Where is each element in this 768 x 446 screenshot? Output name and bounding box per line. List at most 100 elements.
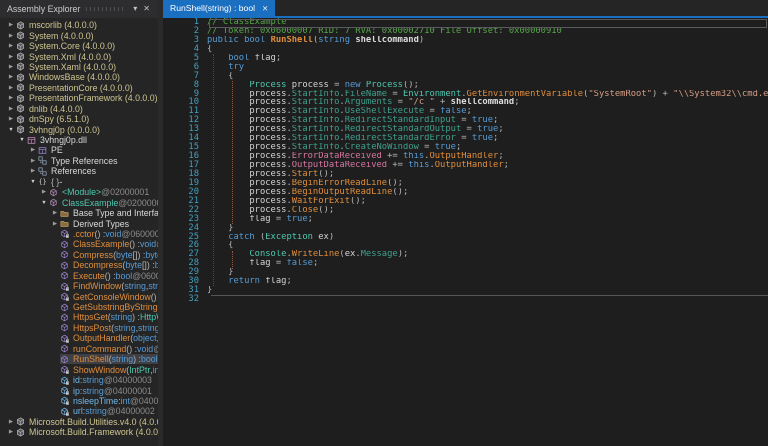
class-icon — [49, 198, 59, 207]
tree-item-content: PresentationCore (4.0.0.0) — [16, 83, 158, 93]
tree-item[interactable]: ▼ 3vhngj0p.dll — [0, 135, 158, 145]
expander-expanded-icon[interactable]: ▼ — [6, 127, 16, 133]
expander-collapsed-icon[interactable]: ▶ — [6, 116, 16, 122]
expander-collapsed-icon[interactable]: ▶ — [28, 147, 38, 153]
tree-item[interactable]: ▼ 3vhngj0p (0.0.0.0) — [0, 124, 158, 135]
tree-item[interactable]: ShowWindow(IntPtr, int) : bool @0600000F — [0, 364, 158, 375]
tree-item-content: <Module> @02000001 — [49, 187, 158, 197]
tree-item[interactable]: HttpsGet(string) : HttpWebResponse @0600… — [0, 312, 158, 322]
expander-collapsed-icon[interactable]: ▶ — [6, 106, 16, 112]
tree-item[interactable]: ▶ Derived Types — [0, 218, 158, 229]
tree-item-label: <Module> — [62, 187, 102, 198]
expander-collapsed-icon[interactable]: ▶ — [6, 419, 16, 425]
tree-item[interactable]: ▼ClassExample @02000002 — [0, 197, 158, 208]
tree-item[interactable]: OutputHandler(object, DataReceivedEventA… — [0, 333, 158, 343]
tree-item[interactable]: ▶ Type References — [0, 156, 158, 166]
tree-item-label: Compress — [73, 249, 114, 260]
assembly-icon — [16, 417, 26, 426]
svg-text:{}: {} — [39, 178, 47, 186]
tree-item-label: dnlib (4.4.0.0) — [29, 103, 83, 114]
expander-collapsed-icon[interactable]: ▶ — [6, 95, 16, 101]
expander-collapsed-icon[interactable]: ▶ — [50, 221, 60, 227]
tab-runshell[interactable]: RunShell(string) : bool ✕ — [163, 0, 276, 16]
tree-item[interactable]: ▼{} { } - — [0, 177, 158, 187]
tree-item[interactable]: Decompress(byte[]) : byte[] @0600000C — [0, 260, 158, 270]
tree-item[interactable]: ▶ References — [0, 166, 158, 176]
tree-item[interactable]: ▶ System.Xaml (4.0.0.0) — [0, 62, 158, 72]
tree-item-label: string — [148, 281, 158, 292]
tree-item[interactable]: ClassExample() : void @06000001 — [0, 239, 158, 249]
expander-collapsed-icon[interactable]: ▶ — [6, 22, 16, 28]
expander-expanded-icon[interactable]: ▼ — [39, 200, 49, 206]
tree-item[interactable]: GetConsoleWindow() : IntPtr @0600000E — [0, 291, 158, 302]
pin-dropdown-icon[interactable]: ▾ — [130, 0, 140, 18]
tree-item[interactable]: url : string @04000002 — [0, 406, 158, 416]
tree-item[interactable]: ▶ dnSpy (6.5.1.0) — [0, 114, 158, 124]
expander-collapsed-icon[interactable]: ▶ — [6, 43, 16, 49]
expander-collapsed-icon[interactable]: ▶ — [6, 64, 16, 70]
tree-item[interactable]: Execute() : bool @06000004 — [0, 271, 158, 281]
tree-item[interactable]: ▶ PE — [0, 145, 158, 155]
tree-item[interactable]: ▶ Base Type and Interfaces — [0, 208, 158, 218]
tree-item[interactable]: HttpsPost(string, string) : HttpWebRespo… — [0, 323, 158, 333]
code-line: 28 flag = false; — [163, 259, 768, 268]
line-number: 16 — [188, 151, 199, 162]
tree-item-content: System.Xaml (4.0.0.0) — [16, 62, 158, 72]
tree-item[interactable]: FindWindow(string, string) : IntPtr @060… — [0, 281, 158, 291]
expander-collapsed-icon[interactable]: ▶ — [6, 54, 16, 60]
assembly-tree[interactable]: ▶ mscorlib (4.0.0.0) ▶ System (4.0.0.0) ▶ Sys… — [0, 18, 158, 446]
tree-item[interactable]: ▶ System.Xml (4.0.0.0) — [0, 51, 158, 62]
tree-item[interactable]: Compress(byte[]) : byte[] @0600000B — [0, 250, 158, 260]
tree-item[interactable]: ▶ Microsoft.Build.Utilities.v4.0 (4.0.0.0… — [0, 417, 158, 427]
code-text: process.StartInfo.RedirectStandardOutput… — [249, 125, 504, 135]
expander-collapsed-icon[interactable]: ▶ — [6, 429, 16, 435]
expander-collapsed-icon[interactable]: ▶ — [6, 85, 16, 91]
tree-item-label: ClassExample — [73, 239, 130, 250]
tree-item[interactable]: ▶ dnlib (4.4.0.0) — [0, 104, 158, 114]
code-editor[interactable]: 1 // ClassExample 2 // Token: 0x06000007 RI… — [163, 18, 768, 446]
tree-item-label: bool — [140, 354, 158, 365]
tree-item[interactable]: ▶ System (4.0.0.0) — [0, 30, 158, 41]
tab-close-icon[interactable]: ✕ — [262, 4, 268, 13]
expander-collapsed-icon[interactable]: ▶ — [39, 189, 49, 195]
tree-item[interactable]: GetSubstringByString(string, string) : s… — [0, 302, 158, 312]
field-private-icon — [60, 386, 70, 395]
expander-collapsed-icon[interactable]: ▶ — [50, 210, 60, 216]
tree-item[interactable]: id : string @04000003 — [0, 375, 158, 385]
tree-item-label: System.Xaml (4.0.0.0) — [29, 61, 117, 72]
code-line: 13 process.StartInfo.RedirectStandardOut… — [163, 125, 768, 134]
expander-expanded-icon[interactable]: ▼ — [28, 179, 38, 185]
tree-item[interactable]: ▶ PresentationCore (4.0.0.0) — [0, 83, 158, 93]
tree-item-content: GetConsoleWindow() : IntPtr @0600000E — [60, 291, 158, 302]
code-text: process.Start(); — [249, 169, 335, 179]
tree-item[interactable]: runCommand() : void @06000003 — [0, 344, 158, 354]
tree-item-label: () : — [94, 228, 106, 239]
line-number: 2 — [193, 25, 199, 36]
tree-item[interactable]: nsleepTime : int @04000004 — [0, 396, 158, 406]
tree-item[interactable]: ▶ Microsoft.Build.Framework (4.0.0.0) — [0, 427, 158, 437]
code-line: 25 catch (Exception ex) — [163, 232, 768, 242]
expander-expanded-icon[interactable]: ▼ — [17, 137, 27, 143]
tree-item-label: []) : — [141, 260, 155, 271]
line-number: 28 — [188, 258, 199, 269]
expander-collapsed-icon[interactable]: ▶ — [28, 158, 38, 164]
panel-drag-grip[interactable] — [86, 7, 125, 11]
tree-item-content: Execute() : bool @06000004 — [60, 271, 158, 281]
tree-item-label: string — [111, 354, 134, 365]
tree-item[interactable]: RunShell(string) : bool @06000007 — [0, 354, 158, 365]
tree-item[interactable]: ▶ WindowsBase (4.0.0.0) — [0, 72, 158, 82]
tree-item[interactable]: ▶ <Module> @02000001 — [0, 187, 158, 197]
tree-item[interactable]: ip : string @04000001 — [0, 385, 158, 396]
tree-item[interactable]: ▶ mscorlib (4.0.0.0) — [0, 20, 158, 30]
tree-item-label: PE — [51, 145, 63, 156]
tree-item[interactable]: ▶ System.Core (4.0.0.0) — [0, 41, 158, 51]
tree-item[interactable]: .cctor() : void @06000011 — [0, 229, 158, 239]
close-icon[interactable]: ✕ — [140, 0, 153, 18]
expander-collapsed-icon[interactable]: ▶ — [6, 74, 16, 80]
tree-item-label: mscorlib (4.0.0.0) — [29, 20, 97, 31]
expander-collapsed-icon[interactable]: ▶ — [6, 33, 16, 39]
expander-collapsed-icon[interactable]: ▶ — [28, 168, 38, 174]
tree-item[interactable]: ▶ PresentationFramework (4.0.0.0) — [0, 93, 158, 103]
tree-item-label: @04000003 — [103, 375, 152, 386]
